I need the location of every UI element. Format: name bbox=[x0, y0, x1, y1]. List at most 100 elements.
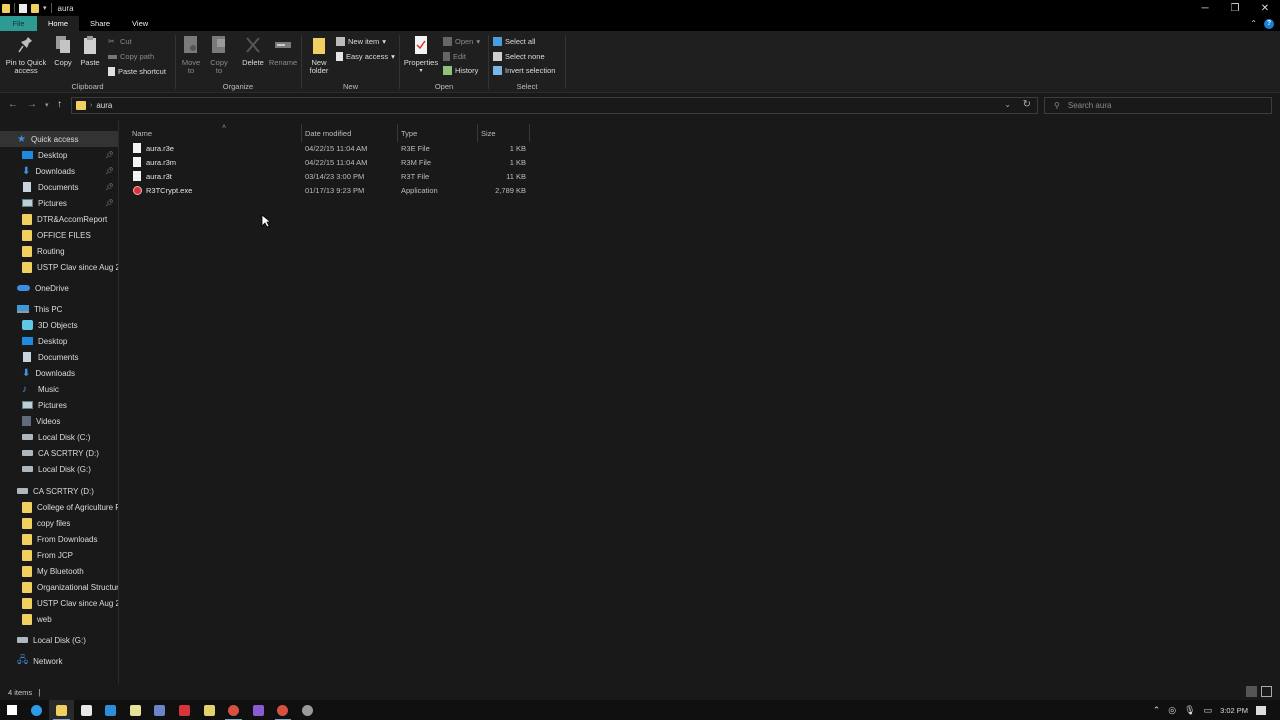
search-input[interactable] bbox=[1067, 101, 1248, 110]
taskbar-store-button[interactable] bbox=[74, 700, 99, 720]
new-folder-button[interactable]: New folder bbox=[307, 35, 331, 75]
sidebar-item-videos[interactable]: Videos bbox=[0, 413, 118, 429]
breadcrumb-aura[interactable]: aura bbox=[96, 101, 112, 110]
taskbar-snipping-tool-button[interactable] bbox=[197, 700, 222, 720]
meet-now-icon[interactable]: ◎ bbox=[1168, 705, 1176, 716]
easy-access-button[interactable]: Easy access ▾ bbox=[336, 52, 395, 61]
sidebar-item-from-downloads[interactable]: From Downloads bbox=[0, 531, 118, 547]
sidebar-item-ustp-clav[interactable]: USTP Clav since Aug 28 bbox=[0, 259, 118, 275]
forward-arrow-icon[interactable]: → bbox=[27, 99, 37, 110]
customize-toolbar-chevron-icon[interactable]: ▾ bbox=[43, 4, 47, 12]
sidebar-item-quick-access[interactable]: ★ Quick access bbox=[0, 131, 118, 147]
sidebar-item-college-of-agriculture[interactable]: College of Agriculture F bbox=[0, 499, 118, 515]
sidebar-item-documents[interactable]: Documents 📌︎ bbox=[0, 179, 118, 195]
invert-selection-button[interactable]: Invert selection bbox=[493, 66, 555, 75]
address-bar[interactable]: › aura ⌄ ↻ bbox=[71, 97, 1038, 114]
sidebar-item-pc-pictures[interactable]: Pictures bbox=[0, 397, 118, 413]
properties-button[interactable]: Properties ▾ bbox=[402, 35, 440, 75]
pin-icon[interactable]: 📌︎ bbox=[105, 199, 114, 207]
sidebar-item-organizational-structure[interactable]: Organizational Structur bbox=[0, 579, 118, 595]
clock[interactable]: 3:02 PM bbox=[1220, 706, 1248, 715]
sidebar-item-music[interactable]: ♪ Music bbox=[0, 381, 118, 397]
sidebar-item-drive-g[interactable]: Local Disk (G:) bbox=[0, 632, 118, 648]
taskbar-mail-button[interactable] bbox=[98, 700, 123, 720]
sidebar-item-pc-desktop[interactable]: Desktop bbox=[0, 333, 118, 349]
taskbar-remote-app-button[interactable] bbox=[148, 700, 173, 720]
delete-button[interactable]: Delete bbox=[240, 35, 266, 67]
sidebar-item-from-jcp[interactable]: From JCP bbox=[0, 547, 118, 563]
file-row[interactable]: aura.r3e 04/22/15 11:04 AM R3E File 1 KB bbox=[130, 141, 530, 155]
minimize-ribbon-chevron-icon[interactable]: ⌃ bbox=[1250, 19, 1257, 28]
taskbar-chrome-button[interactable] bbox=[221, 700, 246, 720]
file-row[interactable]: aura.r3t 03/14/23 3:00 PM R3T File 11 KB bbox=[130, 169, 530, 183]
close-button[interactable]: ✕ bbox=[1250, 0, 1280, 16]
sidebar-item-dtr-accom-report[interactable]: DTR&AccomReport bbox=[0, 211, 118, 227]
sidebar-item-downloads[interactable]: ⬇ Downloads 📌︎ bbox=[0, 163, 118, 179]
paste-button[interactable]: Paste bbox=[79, 35, 101, 67]
select-all-button[interactable]: Select all bbox=[493, 37, 535, 46]
paste-shortcut-button[interactable]: Paste shortcut bbox=[108, 67, 166, 76]
sidebar-item-office-files[interactable]: OFFICE FILES bbox=[0, 227, 118, 243]
column-resize-handle[interactable] bbox=[529, 124, 530, 142]
move-to-button[interactable]: Move to bbox=[179, 35, 203, 75]
taskbar-visual-studio-button[interactable] bbox=[246, 700, 271, 720]
sidebar-item-web[interactable]: web bbox=[0, 611, 118, 627]
sidebar-item-drive-d[interactable]: CA SCRTRY (D:) bbox=[0, 483, 118, 499]
tab-share[interactable]: Share bbox=[79, 16, 121, 31]
back-arrow-icon[interactable]: ← bbox=[8, 99, 18, 110]
column-resize-handle[interactable] bbox=[397, 124, 398, 142]
microphone-icon[interactable]: 🎙︎ bbox=[1184, 705, 1195, 716]
pin-icon[interactable]: 📌︎ bbox=[105, 167, 114, 175]
sidebar-item-pc-documents[interactable]: Documents bbox=[0, 349, 118, 365]
open-button[interactable]: Open ▾ bbox=[443, 37, 480, 46]
details-view-button[interactable] bbox=[1246, 686, 1257, 697]
tab-view[interactable]: View bbox=[121, 16, 159, 31]
pin-icon[interactable]: 📌︎ bbox=[105, 183, 114, 191]
sidebar-item-this-pc[interactable]: This PC bbox=[0, 301, 118, 317]
sidebar-item-pc-downloads[interactable]: ⬇ Downloads bbox=[0, 365, 118, 381]
copy-button[interactable]: Copy bbox=[52, 35, 74, 67]
sidebar-item-local-disk-g[interactable]: Local Disk (G:) bbox=[0, 461, 118, 477]
sidebar-item-ca-scrtry-d[interactable]: CA SCRTRY (D:) bbox=[0, 445, 118, 461]
history-button[interactable]: History bbox=[443, 66, 478, 75]
sidebar-item-ustp-clav-d[interactable]: USTP Clav since Aug 28 bbox=[0, 595, 118, 611]
edit-button[interactable]: Edit bbox=[443, 52, 466, 61]
taskbar-edge-button[interactable] bbox=[25, 700, 50, 720]
taskbar-start-button[interactable] bbox=[0, 700, 25, 720]
sidebar-item-copy-files[interactable]: copy files bbox=[0, 515, 118, 531]
copy-path-button[interactable]: Copy path bbox=[108, 52, 154, 61]
rename-button[interactable]: Rename bbox=[268, 35, 298, 67]
network-status-icon[interactable]: ▭ bbox=[1204, 705, 1213, 716]
sidebar-item-my-bluetooth[interactable]: My Bluetooth bbox=[0, 563, 118, 579]
column-header-type[interactable]: Type bbox=[401, 124, 477, 142]
minimize-button[interactable]: ─ bbox=[1190, 0, 1220, 16]
address-history-chevron-icon[interactable]: ⌄ bbox=[1004, 100, 1011, 109]
pin-to-quick-access-button[interactable]: Pin to Quick access bbox=[4, 35, 48, 75]
sidebar-item-pictures[interactable]: Pictures 📌︎ bbox=[0, 195, 118, 211]
tab-file[interactable]: File bbox=[0, 16, 37, 31]
up-arrow-icon[interactable]: ↑ bbox=[57, 99, 62, 110]
new-folder-icon[interactable] bbox=[31, 3, 39, 13]
refresh-icon[interactable]: ↻ bbox=[1023, 99, 1031, 110]
sidebar-item-network[interactable]: 🖧︎ Network bbox=[0, 653, 118, 669]
sidebar-item-local-disk-c[interactable]: Local Disk (C:) bbox=[0, 429, 118, 445]
maximize-button[interactable]: ❐ bbox=[1220, 0, 1250, 16]
large-icons-view-button[interactable] bbox=[1261, 686, 1272, 697]
sidebar-item-3d-objects[interactable]: 3D Objects bbox=[0, 317, 118, 333]
new-item-button[interactable]: New item ▾ bbox=[336, 37, 386, 46]
sidebar-item-routing[interactable]: Routing bbox=[0, 243, 118, 259]
recent-locations-chevron-icon[interactable]: ▾ bbox=[45, 101, 49, 109]
column-header-name[interactable]: Name ˄ bbox=[132, 124, 302, 142]
taskbar-file-explorer-button[interactable] bbox=[49, 700, 74, 720]
file-row[interactable]: R3TCrypt.exe 01/17/13 9:23 PM Applicatio… bbox=[130, 183, 530, 197]
properties-icon[interactable] bbox=[19, 3, 27, 13]
select-none-button[interactable]: Select none bbox=[493, 52, 545, 61]
taskbar-clock-app-button[interactable] bbox=[295, 700, 320, 720]
column-resize-handle[interactable] bbox=[477, 124, 478, 142]
sidebar-item-desktop[interactable]: Desktop 📌︎ bbox=[0, 147, 118, 163]
show-hidden-icons-chevron-icon[interactable]: ⌃ bbox=[1153, 705, 1161, 716]
help-icon[interactable]: ? bbox=[1264, 18, 1274, 29]
column-resize-handle[interactable] bbox=[301, 124, 302, 142]
column-header-size[interactable]: Size bbox=[481, 124, 529, 142]
pin-icon[interactable]: 📌︎ bbox=[105, 151, 114, 159]
